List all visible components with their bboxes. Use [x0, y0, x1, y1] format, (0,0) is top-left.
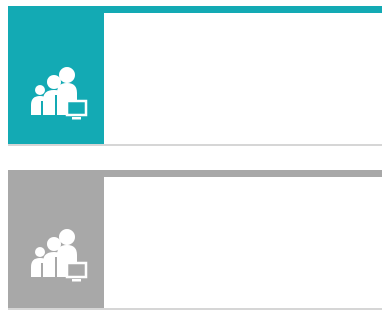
tile-icon-panel	[8, 177, 104, 308]
tile-icon-panel	[8, 13, 104, 144]
users-monitor-icon	[31, 229, 88, 282]
users-monitor-icon	[31, 67, 88, 120]
tile-active[interactable]	[8, 6, 382, 146]
tile-inactive[interactable]	[8, 170, 382, 310]
tile-content	[104, 177, 382, 308]
tile-content	[104, 13, 382, 144]
